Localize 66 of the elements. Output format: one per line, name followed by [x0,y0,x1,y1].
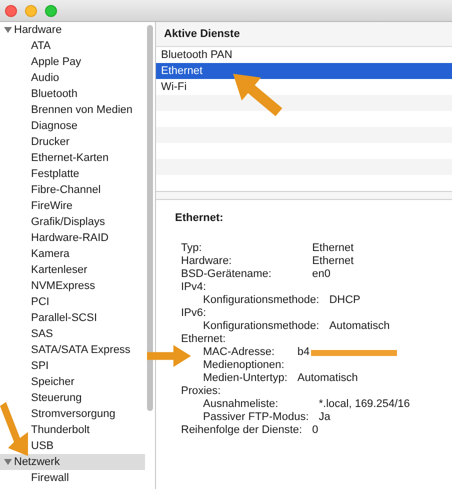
detail-label: Konfigurationsmethode: [203,320,320,332]
sidebar-item[interactable]: Grafik/Displays [31,214,105,230]
sidebar-item[interactable]: ATA [31,38,51,54]
sidebar-item[interactable]: Firewall [31,470,69,486]
detail-value: en0 [312,268,330,280]
detail-label: Passiver FTP-Modus: [203,410,309,424]
sidebar-item[interactable]: SATA/SATA Express [31,342,130,358]
sidebar-item[interactable]: Kartenleser [31,262,88,278]
detail-value: Ja [318,410,330,422]
detail-label: Ausnahmeliste: [203,398,280,410]
sidebar-item[interactable]: Stromversorgung [31,406,116,422]
sidebar-item[interactable]: Kamera [31,246,70,262]
sidebar-item[interactable]: Drucker [31,134,70,150]
sidebar-item[interactable]: SPI [31,358,49,374]
service-row[interactable]: Wi-Fi [156,79,452,95]
detail-value: Automatisch [329,320,390,332]
sidebar-item[interactable]: Ethernet-Karten [31,150,109,166]
annotation-arrow [0,402,29,456]
details-title: Ethernet: [175,211,224,226]
sidebar-item[interactable]: Apple Pay [31,54,82,70]
sidebar-item[interactable]: FireWire [31,198,73,214]
column-header[interactable]: Aktive Dienste [156,22,452,47]
detail-value: *.local, 169.254/16 [318,398,410,410]
service-row[interactable]: Bluetooth PAN [156,47,452,63]
sidebar-item[interactable]: Festplatte [31,166,80,182]
detail-value: DHCP [329,294,360,306]
sidebar-item[interactable]: Fibre-Channel [31,182,101,198]
detail-label: Konfigurationsmethode: [203,294,320,306]
detail-label: BSD-Gerätename: [181,268,272,280]
detail-label: Proxies: [181,384,222,398]
disclosure-triangle-icon[interactable] [4,458,12,466]
detail-label: MAC-Adresse: [203,346,276,358]
detail-label: Typ: [181,242,203,254]
detail-value: b4 [297,346,310,358]
sidebar-item[interactable]: Hardware-RAID [31,230,109,246]
detail-value: Automatisch [297,372,358,384]
detail-value: Ethernet [312,254,354,266]
sidebar-group[interactable]: Hardware [0,22,145,38]
detail-value: 0 [312,424,318,436]
sidebar-item[interactable]: SAS [31,326,54,342]
sidebar-item[interactable]: Parallel-SCSI [31,310,98,326]
detail-label: IPv6: [181,306,208,320]
detail-label: Ethernet: [181,332,227,346]
sidebar-group[interactable]: Netzwerk [0,454,145,470]
zoom-button[interactable] [45,4,57,16]
detail-value: Ethernet [312,242,354,254]
detail-label: IPv4: [181,280,208,294]
service-row[interactable]: Ethernet [156,63,452,79]
sidebar-item[interactable]: Audio [31,70,60,86]
sidebar-item[interactable]: Diagnose [31,118,78,134]
detail-label: Hardware: [181,254,233,268]
close-button[interactable] [5,4,17,16]
sidebar-item[interactable]: Bluetooth [31,86,78,102]
sidebar-item[interactable]: PCI [31,294,50,310]
sidebar-item[interactable]: Brennen von Medien [31,102,133,118]
splitter-bar[interactable] [156,192,452,200]
disclosure-triangle-icon[interactable] [4,26,12,34]
sidebar-item[interactable]: Speicher [31,374,74,390]
minimize-button[interactable] [25,4,37,16]
detail-label: Medien-Untertyp: [203,372,288,384]
detail-label: Reihenfolge der Dienste: [181,424,302,436]
sidebar-item[interactable]: USB [31,438,54,454]
sidebar-item[interactable]: Thunderbolt [31,422,90,438]
detail-label: Medienoptionen: [203,358,286,372]
sidebar-item[interactable]: Steuerung [31,390,82,406]
sidebar-item[interactable]: NVMExpress [31,278,96,294]
